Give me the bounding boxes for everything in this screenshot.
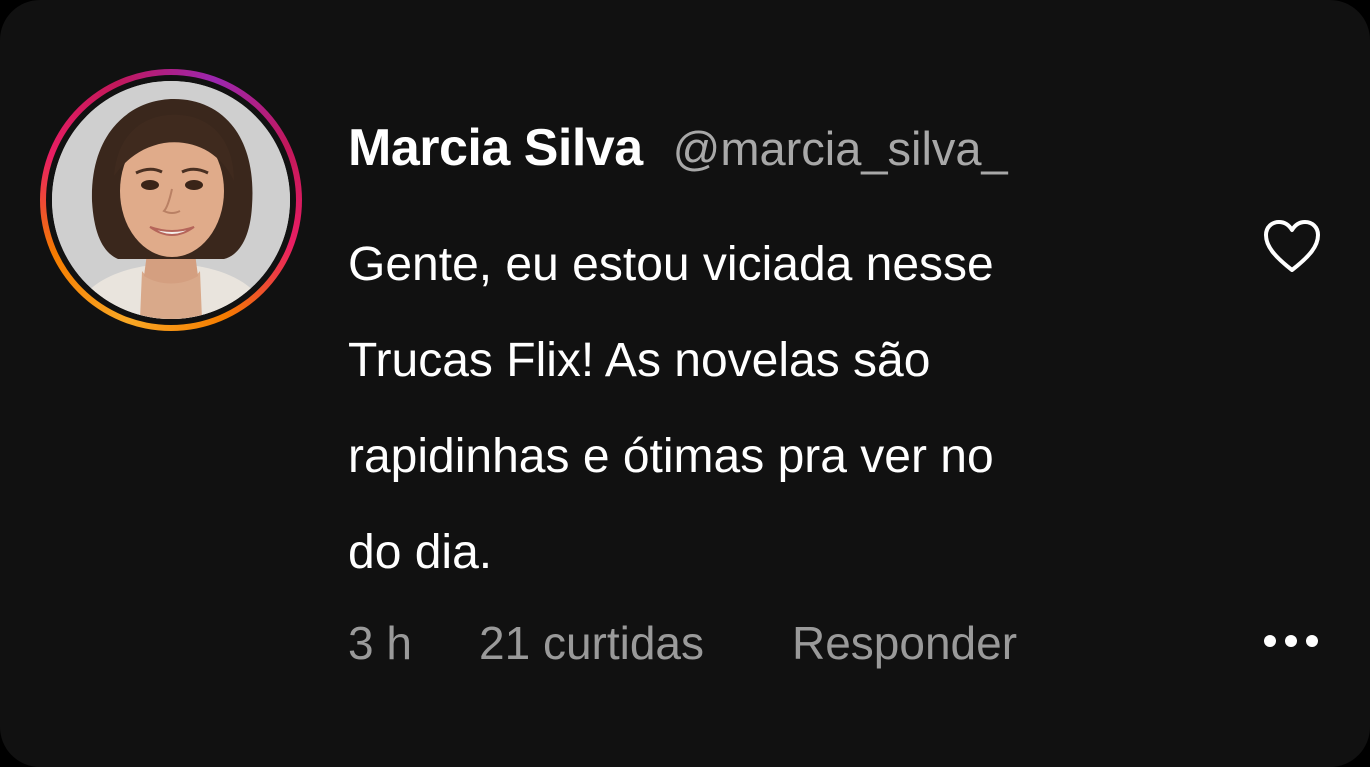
more-options-icon[interactable]	[1262, 630, 1320, 652]
comment-text: Gente, eu estou viciada nesse Trucas Fli…	[348, 217, 1178, 601]
avatar-story-ring[interactable]	[40, 69, 302, 331]
comment-header: Marcia Silva @marcia_silva_	[348, 118, 1008, 184]
like-count[interactable]: 21 curtidas	[479, 616, 704, 670]
profile-photo	[52, 81, 290, 319]
comment-line: do dia.	[348, 526, 493, 579]
avatar[interactable]	[52, 81, 290, 319]
comment-time: 3 h	[348, 617, 412, 669]
author-name[interactable]: Marcia Silva	[348, 118, 643, 178]
reply-button[interactable]: Responder	[792, 616, 1017, 670]
author-handle[interactable]: @marcia_silva_	[673, 121, 1008, 176]
comment-card: Marcia Silva @marcia_silva_ Gente, eu es…	[0, 0, 1370, 767]
comment-line: rapidinhas e ótimas pra ver no	[348, 430, 994, 483]
comment-line: Trucas Flix! As novelas são	[348, 334, 931, 387]
heart-icon[interactable]	[1262, 218, 1322, 274]
comment-line: Gente, eu estou viciada nesse	[348, 238, 994, 291]
avatar-ring-gap	[46, 75, 296, 325]
